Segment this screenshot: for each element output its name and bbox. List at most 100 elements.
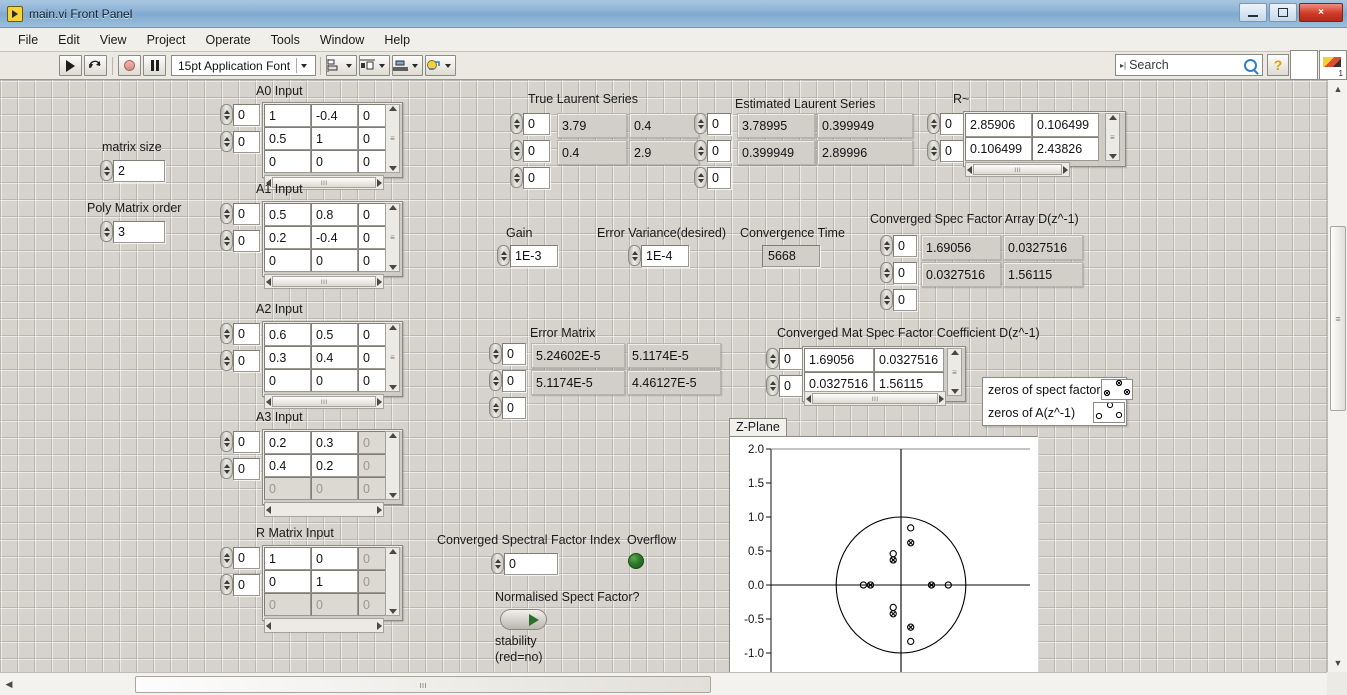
a1-cell-2-1[interactable]: 0 — [311, 249, 358, 272]
a3-vertical-scrollbar[interactable] — [385, 431, 400, 500]
error-matrix-index-2[interactable]: 0 — [502, 397, 526, 419]
run-continuously-button[interactable] — [84, 55, 107, 76]
maximize-button[interactable] — [1269, 3, 1297, 22]
font-selector[interactable]: 15pt Application Font — [171, 55, 317, 76]
spec-factor-index-0[interactable]: 0 — [893, 235, 917, 257]
scroll-up-button[interactable]: ▲ — [1328, 80, 1347, 98]
a3-index-row-spinner[interactable] — [220, 431, 233, 452]
a1-cell-1-1[interactable]: -0.4 — [311, 226, 358, 249]
a1-index-row[interactable]: 0 — [233, 203, 260, 225]
est-laurent-index-1[interactable]: 0 — [707, 140, 731, 162]
error-matrix-index-2-spinner[interactable] — [489, 397, 502, 418]
est-laurent-index-1-spinner[interactable] — [694, 140, 707, 161]
vi-connector-pane[interactable]: 1 — [1319, 50, 1347, 80]
a1-cell-0-1[interactable]: 0.8 — [311, 203, 358, 226]
pause-button[interactable] — [143, 55, 166, 76]
a0-cell-2-1[interactable]: 0 — [311, 150, 358, 173]
true-laurent-index-0-spinner[interactable] — [510, 113, 523, 134]
rmatrix-cell-1-0[interactable]: 0 — [264, 570, 311, 593]
a0-cell-2-0[interactable]: 0 — [264, 150, 311, 173]
r-tilde-index-0-spinner[interactable] — [927, 113, 940, 134]
a2-index-row[interactable]: 0 — [233, 323, 260, 345]
est-laurent-index-2-spinner[interactable] — [694, 167, 707, 188]
matrix-size-input[interactable]: 2 — [113, 160, 165, 182]
scroll-down-button[interactable]: ▼ — [1328, 654, 1347, 672]
a2-cell-1-0[interactable]: 0.3 — [264, 346, 311, 369]
a2-cell-0-0[interactable]: 0.6 — [264, 323, 311, 346]
a1-cell-2-0[interactable]: 0 — [264, 249, 311, 272]
menu-window[interactable]: Window — [310, 31, 374, 49]
a0-index-col-spinner[interactable] — [220, 131, 233, 152]
menu-file[interactable]: File — [8, 31, 48, 49]
error-variance-input[interactable]: 1E-4 — [641, 245, 689, 267]
error-variance-spinner[interactable] — [628, 245, 641, 266]
true-laurent-index-1-spinner[interactable] — [510, 140, 523, 161]
mat-spec-index-0[interactable]: 0 — [779, 348, 803, 370]
rmatrix-index-row-spinner[interactable] — [220, 547, 233, 568]
a3-index-row[interactable]: 0 — [233, 431, 260, 453]
a1-index-col[interactable]: 0 — [233, 230, 260, 252]
gain-spinner[interactable] — [497, 245, 510, 266]
a2-vertical-scrollbar[interactable]: ≡ — [385, 323, 400, 392]
a3-index-col[interactable]: 0 — [233, 458, 260, 480]
true-laurent-index-0[interactable]: 0 — [523, 113, 550, 135]
scroll-left-button[interactable]: ◀ — [0, 673, 18, 695]
a3-cell-2-0[interactable]: 0 — [264, 477, 311, 500]
rmatrix-index-row[interactable]: 0 — [233, 547, 260, 569]
a0-cell-1-1[interactable]: 1 — [311, 127, 358, 150]
a2-cell-2-1[interactable]: 0 — [311, 369, 358, 392]
r-tilde-index-0[interactable]: 0 — [940, 113, 964, 135]
a2-index-col[interactable]: 0 — [233, 350, 260, 372]
a1-vertical-scrollbar[interactable]: ≡ — [385, 203, 400, 272]
a0-cell-0-0[interactable]: 1 — [264, 104, 311, 127]
a0-index-col[interactable]: 0 — [233, 131, 260, 153]
menu-edit[interactable]: Edit — [48, 31, 90, 49]
distribute-objects-button[interactable] — [359, 55, 391, 76]
context-help-button[interactable]: ? — [1267, 54, 1289, 76]
a3-cell-0-0[interactable]: 0.2 — [264, 431, 311, 454]
menu-project[interactable]: Project — [137, 31, 196, 49]
menu-view[interactable]: View — [90, 31, 137, 49]
a2-cell-0-1[interactable]: 0.5 — [311, 323, 358, 346]
rmatrix-cell-2-0[interactable]: 0 — [264, 593, 311, 616]
true-laurent-index-2[interactable]: 0 — [523, 167, 550, 189]
r-tilde-index-1[interactable]: 0 — [940, 140, 964, 162]
menu-help[interactable]: Help — [374, 31, 420, 49]
search-input[interactable]: ▸| Search — [1115, 54, 1263, 76]
error-matrix-index-1[interactable]: 0 — [502, 370, 526, 392]
a3-horizontal-scrollbar[interactable] — [264, 502, 384, 517]
a2-cell-2-0[interactable]: 0 — [264, 369, 311, 392]
mat-spec-horizontal-scrollbar[interactable]: ııı — [804, 391, 946, 406]
spec-factor-index-1[interactable]: 0 — [893, 262, 917, 284]
mat-spec-index-1[interactable]: 0 — [779, 375, 803, 397]
true-laurent-index-2-spinner[interactable] — [510, 167, 523, 188]
a0-vertical-scrollbar[interactable]: ≡ — [385, 104, 400, 173]
run-button[interactable] — [59, 55, 82, 76]
a2-index-row-spinner[interactable] — [220, 323, 233, 344]
a3-cell-2-1[interactable]: 0 — [311, 477, 358, 500]
graph-tab-z-plane[interactable]: Z-Plane — [729, 418, 787, 436]
r-tilde-index-1-spinner[interactable] — [927, 140, 940, 161]
rmatrix-cell-2-1[interactable]: 0 — [311, 593, 358, 616]
spec-index-input[interactable]: 0 — [504, 553, 558, 575]
resize-objects-button[interactable] — [392, 55, 424, 76]
a0-index-row[interactable]: 0 — [233, 104, 260, 126]
minimize-button[interactable] — [1239, 3, 1267, 22]
mat-spec-index-0-spinner[interactable] — [766, 348, 779, 369]
a2-index-col-spinner[interactable] — [220, 350, 233, 371]
a1-index-row-spinner[interactable] — [220, 203, 233, 224]
spec-factor-index-0-spinner[interactable] — [880, 235, 893, 256]
a3-cell-0-1[interactable]: 0.3 — [311, 431, 358, 454]
align-objects-button[interactable] — [326, 55, 358, 76]
a1-cell-0-0[interactable]: 0.5 — [264, 203, 311, 226]
rmatrix-index-col-spinner[interactable] — [220, 574, 233, 595]
close-button[interactable]: × — [1299, 3, 1343, 22]
panel-horizontal-scrollbar[interactable]: ◀ ııı — [0, 672, 1327, 695]
a3-cell-1-0[interactable]: 0.4 — [264, 454, 311, 477]
a2-horizontal-scrollbar[interactable]: ııı — [264, 394, 384, 409]
a1-cell-1-0[interactable]: 0.2 — [264, 226, 311, 249]
r-tilde-vertical-scrollbar[interactable]: ≡ — [1105, 113, 1120, 161]
normalised-toggle[interactable] — [500, 609, 547, 630]
rmatrix-vertical-scrollbar[interactable] — [385, 547, 400, 616]
a3-index-col-spinner[interactable] — [220, 458, 233, 479]
